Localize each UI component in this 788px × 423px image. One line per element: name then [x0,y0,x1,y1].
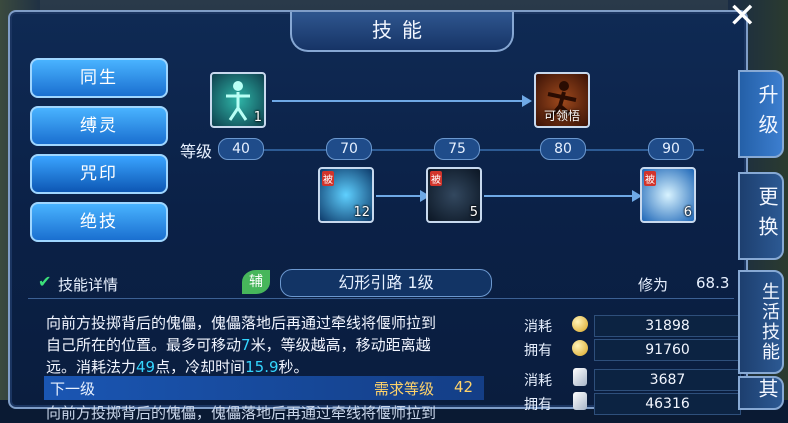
feather-icon [573,368,587,386]
level-marker: 90 [648,138,694,160]
section-label: 技能详情 [58,276,119,294]
passive-tag: 被 [644,171,656,186]
gold-coin-icon [572,340,588,356]
level-label: 等级 [180,142,213,161]
cost-value: 31898 [594,315,741,337]
skill-description: 向前方投掷背后的傀儡，傀儡落地后再通过牵线将偃师拉到 自己所在的位置。最多可移动… [46,312,494,378]
divider [28,298,734,299]
next-level-bar: 下一级 需求等级 42 [44,376,484,400]
feather-icon [573,392,587,410]
skill-count: 6 [683,205,692,220]
cost-label: 消耗 [524,319,552,335]
right-tab-other[interactable]: 其 [738,376,784,410]
side-tab-zhouyin[interactable]: 咒印 [30,154,168,194]
cost-value: 3687 [594,369,741,391]
required-level-label: 需求等级 [374,380,435,398]
right-tab-upgrade[interactable]: 升级 [738,70,784,158]
close-icon[interactable]: ✕ [728,0,778,36]
next-level-description: 向前方投掷背后的傀儡，傀儡落地后再通过牵线将偃师拉到 [46,404,437,422]
support-badge: 辅 [242,270,270,294]
passive-tag: 被 [322,171,334,186]
skill-count: 1 [253,110,262,125]
skill-name-plate: 幻形引路 1级 [280,269,492,297]
skills-panel: 技能 同生 缚灵 咒印 绝技 1 可领悟 被 12 被 5 被 6 等级 40 … [8,10,748,422]
title-bar: 技能 [290,12,514,52]
owned-value: 91760 [594,339,741,361]
level-marker: 75 [434,138,480,160]
learnable-caption: 可领悟 [543,109,580,123]
connector-arrow [522,95,532,107]
connector-line [484,195,634,197]
owned-label: 拥有 [524,397,552,413]
mana-cost: 49 [136,358,156,376]
cultivation-value: 68.3 [696,274,730,292]
skill-node-learnable[interactable]: 可领悟 [534,72,590,128]
check-icon: ✔ [38,272,52,291]
move-distance: 7 [241,336,251,354]
skill-name: 幻形引路 1级 [338,273,434,292]
desc-line: 远。消耗法力49点，冷却时间15.9秒。 [46,358,309,376]
skill-node-70[interactable]: 被 12 [318,167,374,223]
connector-line [272,100,524,102]
skill-node-90[interactable]: 被 6 [640,167,696,223]
side-tab-jueji[interactable]: 绝技 [30,202,168,242]
cultivation-label: 修为 [638,276,669,294]
desc-line: 自己所在的位置。最多可移动7米，等级越高，移动距离越 [46,336,431,354]
level-marker: 70 [326,138,372,160]
right-tab-replace[interactable]: 更换 [738,172,784,260]
skill-detail: ✔ 技能详情 辅 幻形引路 1级 修为 68.3 向前方投掷背后的傀儡，傀儡落地… [28,268,741,422]
window-title: 技能 [372,18,432,42]
skill-node-root[interactable]: 1 [210,72,266,128]
owned-value: 46316 [594,393,741,415]
gold-coin-icon [572,316,588,332]
next-level-label: 下一级 [50,380,96,398]
cooldown: 15.9 [245,358,279,376]
level-marker: 40 [218,138,264,160]
owned-label: 拥有 [524,343,552,359]
skill-count: 5 [469,205,478,220]
connector-line [376,195,422,197]
passive-tag: 被 [430,171,442,186]
desc-line: 向前方投掷背后的傀儡，傀儡落地后再通过牵线将偃师拉到 [46,314,437,332]
level-marker: 80 [540,138,586,160]
required-level-value: 42 [454,378,474,396]
right-tab-life-skills[interactable]: 生活技能 [738,270,784,374]
cost-label: 消耗 [524,373,552,389]
skill-node-75[interactable]: 被 5 [426,167,482,223]
side-tab-tongsheng[interactable]: 同生 [30,58,168,98]
side-tab-fuling[interactable]: 缚灵 [30,106,168,146]
skill-count: 12 [353,205,370,220]
